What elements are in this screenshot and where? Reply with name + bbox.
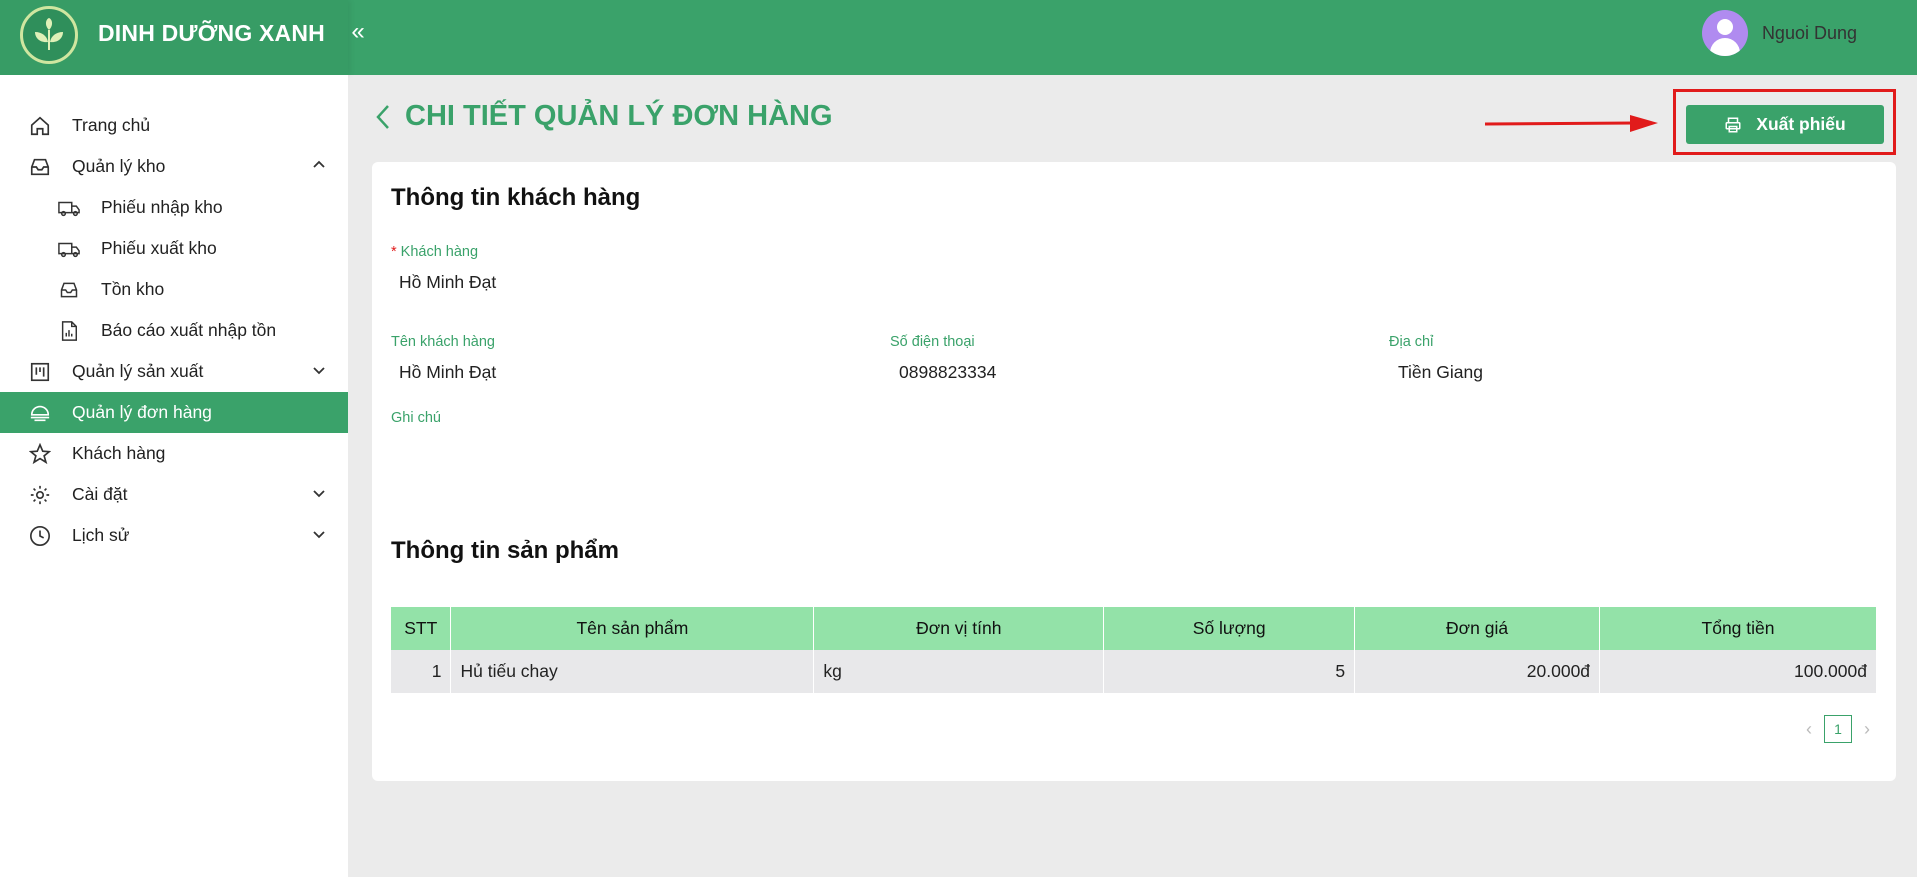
- sidebar-item-label: Quản lý kho: [72, 156, 166, 176]
- report-icon: [57, 319, 81, 343]
- customer-section-title: Thông tin khách hàng: [391, 184, 641, 211]
- truck-out-icon: [57, 237, 81, 261]
- cell-quantity: 5: [1103, 650, 1356, 693]
- page-number[interactable]: 1: [1824, 715, 1852, 743]
- export-button-label: Xuất phiếu: [1756, 114, 1846, 134]
- sidebar-item-history[interactable]: Lịch sử: [0, 515, 348, 556]
- phone-label: Số điện thoại: [890, 334, 975, 350]
- brand: DINH DƯỠNG XANH: [0, 0, 348, 75]
- product-table: STT Tên sản phẩm Đơn vị tính Số lượng Đơ…: [391, 607, 1877, 693]
- chevron-down-icon: [313, 367, 325, 375]
- sidebar-item-label: Phiếu xuất kho: [101, 238, 217, 258]
- page-title: CHI TIẾT QUẢN LÝ ĐƠN HÀNG: [375, 100, 833, 133]
- customer-name-value[interactable]: Hồ Minh Đạt: [399, 362, 496, 383]
- cell-product-name: Hủ tiếu chay: [450, 650, 815, 693]
- home-icon: [28, 114, 52, 138]
- column-header-price: Đơn giá: [1354, 607, 1601, 650]
- sidebar-item-report[interactable]: Báo cáo xuất nhập tồn: [0, 310, 348, 351]
- sidebar-item-label: Quản lý đơn hàng: [72, 402, 212, 422]
- user-menu[interactable]: Nguoi Dung: [1701, 10, 1857, 56]
- chevron-down-icon: [313, 531, 325, 539]
- star-icon: [28, 442, 52, 466]
- product-section-title: Thông tin sản phẩm: [391, 537, 619, 564]
- sidebar-item-label: Lịch sử: [72, 525, 130, 545]
- column-header-stt: STT: [391, 607, 452, 650]
- column-header-product-name: Tên sản phẩm: [450, 607, 815, 650]
- next-page-icon[interactable]: ›: [1864, 719, 1870, 740]
- export-receipt-button[interactable]: Xuất phiếu: [1686, 105, 1884, 144]
- address-label: Địa chỉ: [1389, 334, 1434, 350]
- printer-icon: [1725, 117, 1741, 132]
- sidebar-item-export-receipt[interactable]: Phiếu xuất kho: [0, 228, 348, 269]
- top-header: DINH DƯỠNG XANH « Nguoi Dung: [0, 0, 1917, 75]
- phone-value[interactable]: 0898823334: [899, 362, 996, 383]
- address-value[interactable]: Tiền Giang: [1398, 362, 1483, 383]
- back-chevron-icon[interactable]: [375, 104, 391, 130]
- brand-name: DINH DƯỠNG XANH: [98, 20, 325, 46]
- table-row[interactable]: 1 Hủ tiếu chay kg 5 20.000đ 100.000đ: [391, 650, 1877, 693]
- customer-name-label: Tên khách hàng: [391, 334, 495, 350]
- column-header-total: Tổng tiền: [1599, 607, 1877, 650]
- cell-stt: 1: [391, 650, 452, 693]
- sidebar-item-label: Tồn kho: [101, 279, 165, 299]
- chevron-up-icon: [313, 160, 325, 168]
- truck-in-icon: [57, 196, 81, 220]
- sidebar-item-label: Cài đặt: [72, 484, 128, 504]
- collapse-sidebar-icon[interactable]: «: [348, 20, 368, 44]
- cell-total: 100.000đ: [1599, 650, 1877, 693]
- note-label: Ghi chú: [391, 410, 441, 426]
- page-title-text: CHI TIẾT QUẢN LÝ ĐƠN HÀNG: [405, 100, 833, 132]
- sidebar-item-customers[interactable]: Khách hàng: [0, 433, 348, 474]
- gear-icon: [28, 483, 52, 507]
- customer-field-value[interactable]: Hồ Minh Đạt: [399, 272, 496, 293]
- sidebar-item-label: Báo cáo xuất nhập tồn: [101, 320, 277, 340]
- sidebar-item-home[interactable]: Trang chủ: [0, 105, 348, 146]
- annotation-arrow: [1485, 115, 1658, 132]
- clock-icon: [28, 524, 52, 548]
- sidebar-item-import-receipt[interactable]: Phiếu nhập kho: [0, 187, 348, 228]
- sidebar-item-orders[interactable]: Quản lý đơn hàng: [0, 392, 348, 433]
- sidebar-item-production[interactable]: Quản lý sản xuất: [0, 351, 348, 392]
- column-header-quantity: Số lượng: [1103, 607, 1356, 650]
- pagination: ‹ 1 ›: [1806, 715, 1870, 743]
- sidebar-item-label: Quản lý sản xuất: [72, 361, 204, 381]
- cell-price: 20.000đ: [1354, 650, 1601, 693]
- leaf-logo-icon: [20, 6, 78, 64]
- sidebar-item-inventory[interactable]: Tồn kho: [0, 269, 348, 310]
- sidebar-item-settings[interactable]: Cài đặt: [0, 474, 348, 515]
- sidebar-item-label: Phiếu nhập kho: [101, 197, 223, 217]
- prev-page-icon[interactable]: ‹: [1806, 719, 1812, 740]
- note-field[interactable]: [391, 432, 1877, 512]
- dish-icon: [28, 401, 52, 425]
- chevron-down-icon: [313, 490, 325, 498]
- column-header-unit: Đơn vị tính: [813, 607, 1105, 650]
- sidebar-item-label: Khách hàng: [72, 443, 166, 463]
- sidebar: Trang chủ Quản lý kho Phiếu nhập kho Phi…: [0, 75, 348, 877]
- user-name: Nguoi Dung: [1761, 22, 1857, 43]
- customer-field-label: * Khách hàng: [391, 244, 479, 260]
- sidebar-item-label: Trang chủ: [72, 115, 151, 135]
- board-icon: [28, 360, 52, 384]
- avatar[interactable]: [1701, 10, 1748, 56]
- sidebar-item-warehouse[interactable]: Quản lý kho: [0, 146, 348, 187]
- inbox-icon: [57, 278, 81, 302]
- cell-unit: kg: [813, 650, 1105, 693]
- table-header-row: STT Tên sản phẩm Đơn vị tính Số lượng Đơ…: [391, 607, 1877, 650]
- order-detail-card: Thông tin khách hàng * Khách hàng Hồ Minh…: [372, 162, 1896, 781]
- inbox-icon: [28, 155, 52, 179]
